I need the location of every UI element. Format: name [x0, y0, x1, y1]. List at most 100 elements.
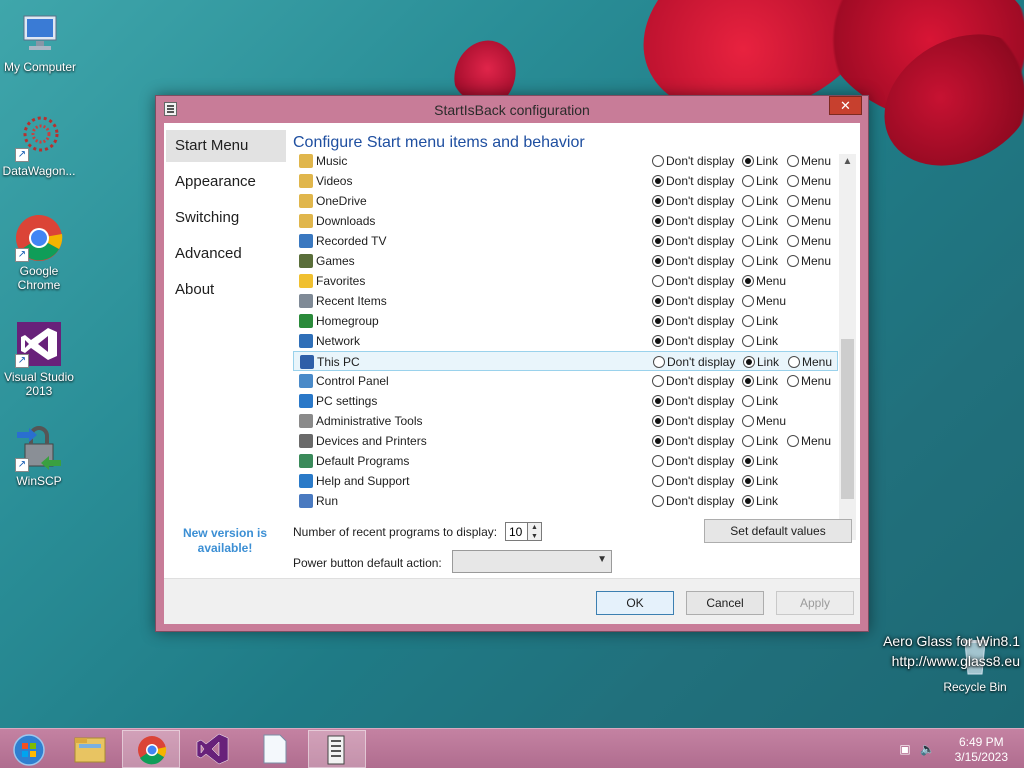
desktop-icon-visual-studio[interactable]: ↗ Visual Studio 2013 — [0, 320, 79, 398]
radio-button[interactable] — [742, 475, 754, 487]
radio-button[interactable] — [787, 435, 799, 447]
radio-option-dont[interactable]: Don't display — [652, 154, 734, 168]
radio-button[interactable] — [652, 335, 664, 347]
radio-button[interactable] — [787, 255, 799, 267]
taskbar-chrome[interactable] — [122, 730, 180, 768]
radio-button[interactable] — [742, 315, 754, 327]
network-icon[interactable]: ▣ — [898, 742, 912, 756]
radio-option-link[interactable]: Link — [742, 254, 778, 268]
volume-icon[interactable]: 🔈 — [920, 742, 935, 756]
list-item[interactable]: Downloads Don't display Link Menu — [293, 211, 838, 231]
new-version-link[interactable]: New version is available! — [164, 526, 286, 556]
radio-option-menu[interactable]: Menu — [787, 234, 831, 248]
sidebar-item-switching[interactable]: Switching — [166, 200, 286, 236]
set-default-values-button[interactable]: Set default values — [704, 519, 852, 543]
radio-button[interactable] — [652, 315, 664, 327]
radio-option-menu[interactable]: Menu — [787, 254, 831, 268]
radio-button[interactable] — [652, 395, 664, 407]
list-item[interactable]: Help and Support Don't display Link — [293, 471, 838, 491]
radio-option-dont[interactable]: Don't display — [652, 374, 734, 388]
radio-option-link[interactable]: Link — [742, 394, 778, 408]
chevron-down-icon[interactable]: ▼ — [528, 532, 541, 541]
radio-option-dont[interactable]: Don't display — [652, 394, 734, 408]
list-item[interactable]: Homegroup Don't display Link — [293, 311, 838, 331]
desktop-icon-winscp[interactable]: ↗ WinSCP — [0, 424, 79, 488]
radio-button[interactable] — [742, 215, 754, 227]
radio-button[interactable] — [652, 275, 664, 287]
radio-option-dont[interactable]: Don't display — [652, 334, 734, 348]
radio-button[interactable] — [742, 375, 754, 387]
radio-option-link[interactable]: Link — [742, 314, 778, 328]
taskbar-visual-studio[interactable] — [184, 730, 242, 768]
radio-button[interactable] — [742, 155, 754, 167]
sidebar-item-advanced[interactable]: Advanced — [166, 236, 286, 272]
radio-button[interactable] — [652, 195, 664, 207]
list-item[interactable]: Recent Items Don't display Menu — [293, 291, 838, 311]
radio-option-dont[interactable]: Don't display — [652, 214, 734, 228]
radio-button[interactable] — [787, 235, 799, 247]
radio-option-menu[interactable]: Menu — [742, 274, 786, 288]
radio-button[interactable] — [653, 356, 665, 368]
radio-button[interactable] — [742, 195, 754, 207]
radio-option-menu[interactable]: Menu — [787, 154, 831, 168]
radio-button[interactable] — [742, 435, 754, 447]
taskbar-notepad[interactable] — [246, 730, 304, 768]
list-item[interactable]: Favorites Don't display Menu — [293, 271, 838, 291]
radio-option-menu[interactable]: Menu — [787, 374, 831, 388]
radio-option-link[interactable]: Link — [743, 355, 779, 369]
sidebar-item-appearance[interactable]: Appearance — [166, 164, 286, 200]
ok-button[interactable]: OK — [596, 591, 674, 615]
list-item[interactable]: Music Don't display Link Menu — [293, 154, 838, 171]
radio-button[interactable] — [788, 356, 800, 368]
title-bar[interactable]: StartIsBack configuration ✕ — [156, 96, 868, 123]
list-item[interactable]: Control Panel Don't display Link Menu — [293, 371, 838, 391]
radio-button[interactable] — [652, 415, 664, 427]
radio-button[interactable] — [743, 356, 755, 368]
radio-option-dont[interactable]: Don't display — [653, 355, 735, 369]
radio-button[interactable] — [742, 395, 754, 407]
list-item[interactable]: Default Programs Don't display Link — [293, 451, 838, 471]
radio-button[interactable] — [652, 255, 664, 267]
taskbar-file-explorer[interactable] — [60, 730, 118, 768]
radio-option-dont[interactable]: Don't display — [652, 294, 734, 308]
radio-option-dont[interactable]: Don't display — [652, 314, 734, 328]
radio-button[interactable] — [787, 175, 799, 187]
radio-option-dont[interactable]: Don't display — [652, 494, 734, 508]
list-item[interactable]: Videos Don't display Link Menu — [293, 171, 838, 191]
radio-option-link[interactable]: Link — [742, 474, 778, 488]
radio-option-dont[interactable]: Don't display — [652, 454, 734, 468]
radio-option-dont[interactable]: Don't display — [652, 414, 734, 428]
radio-button[interactable] — [652, 295, 664, 307]
taskbar-startisback[interactable] — [308, 730, 366, 768]
radio-option-menu[interactable]: Menu — [742, 294, 786, 308]
radio-option-menu[interactable]: Menu — [788, 355, 832, 369]
radio-button[interactable] — [787, 375, 799, 387]
radio-button[interactable] — [652, 375, 664, 387]
close-button[interactable]: ✕ — [829, 96, 862, 115]
radio-button[interactable] — [742, 235, 754, 247]
list-item[interactable]: This PC Don't display Link Menu — [293, 351, 838, 371]
start-button[interactable] — [0, 730, 58, 768]
sidebar-item-about[interactable]: About — [166, 272, 286, 308]
desktop-icon-my-computer[interactable]: My Computer — [0, 10, 80, 74]
radio-button[interactable] — [787, 155, 799, 167]
radio-button[interactable] — [652, 475, 664, 487]
radio-button[interactable] — [742, 335, 754, 347]
radio-option-link[interactable]: Link — [742, 234, 778, 248]
radio-option-link[interactable]: Link — [742, 494, 778, 508]
list-scrollbar[interactable]: ▲ ▼ — [839, 154, 856, 540]
system-clock[interactable]: 6:49 PM 3/15/2023 — [955, 735, 1008, 765]
radio-option-link[interactable]: Link — [742, 174, 778, 188]
radio-option-dont[interactable]: Don't display — [652, 194, 734, 208]
radio-option-link[interactable]: Link — [742, 334, 778, 348]
radio-button[interactable] — [652, 175, 664, 187]
radio-option-link[interactable]: Link — [742, 214, 778, 228]
apply-button[interactable]: Apply — [776, 591, 854, 615]
radio-option-link[interactable]: Link — [742, 194, 778, 208]
recent-programs-input[interactable]: 10 — [505, 522, 528, 541]
list-item[interactable]: Administrative Tools Don't display Menu — [293, 411, 838, 431]
radio-option-menu[interactable]: Menu — [787, 194, 831, 208]
list-item[interactable]: Recorded TV Don't display Link Menu — [293, 231, 838, 251]
radio-button[interactable] — [742, 175, 754, 187]
scroll-up-arrow-icon[interactable]: ▲ — [839, 154, 856, 169]
